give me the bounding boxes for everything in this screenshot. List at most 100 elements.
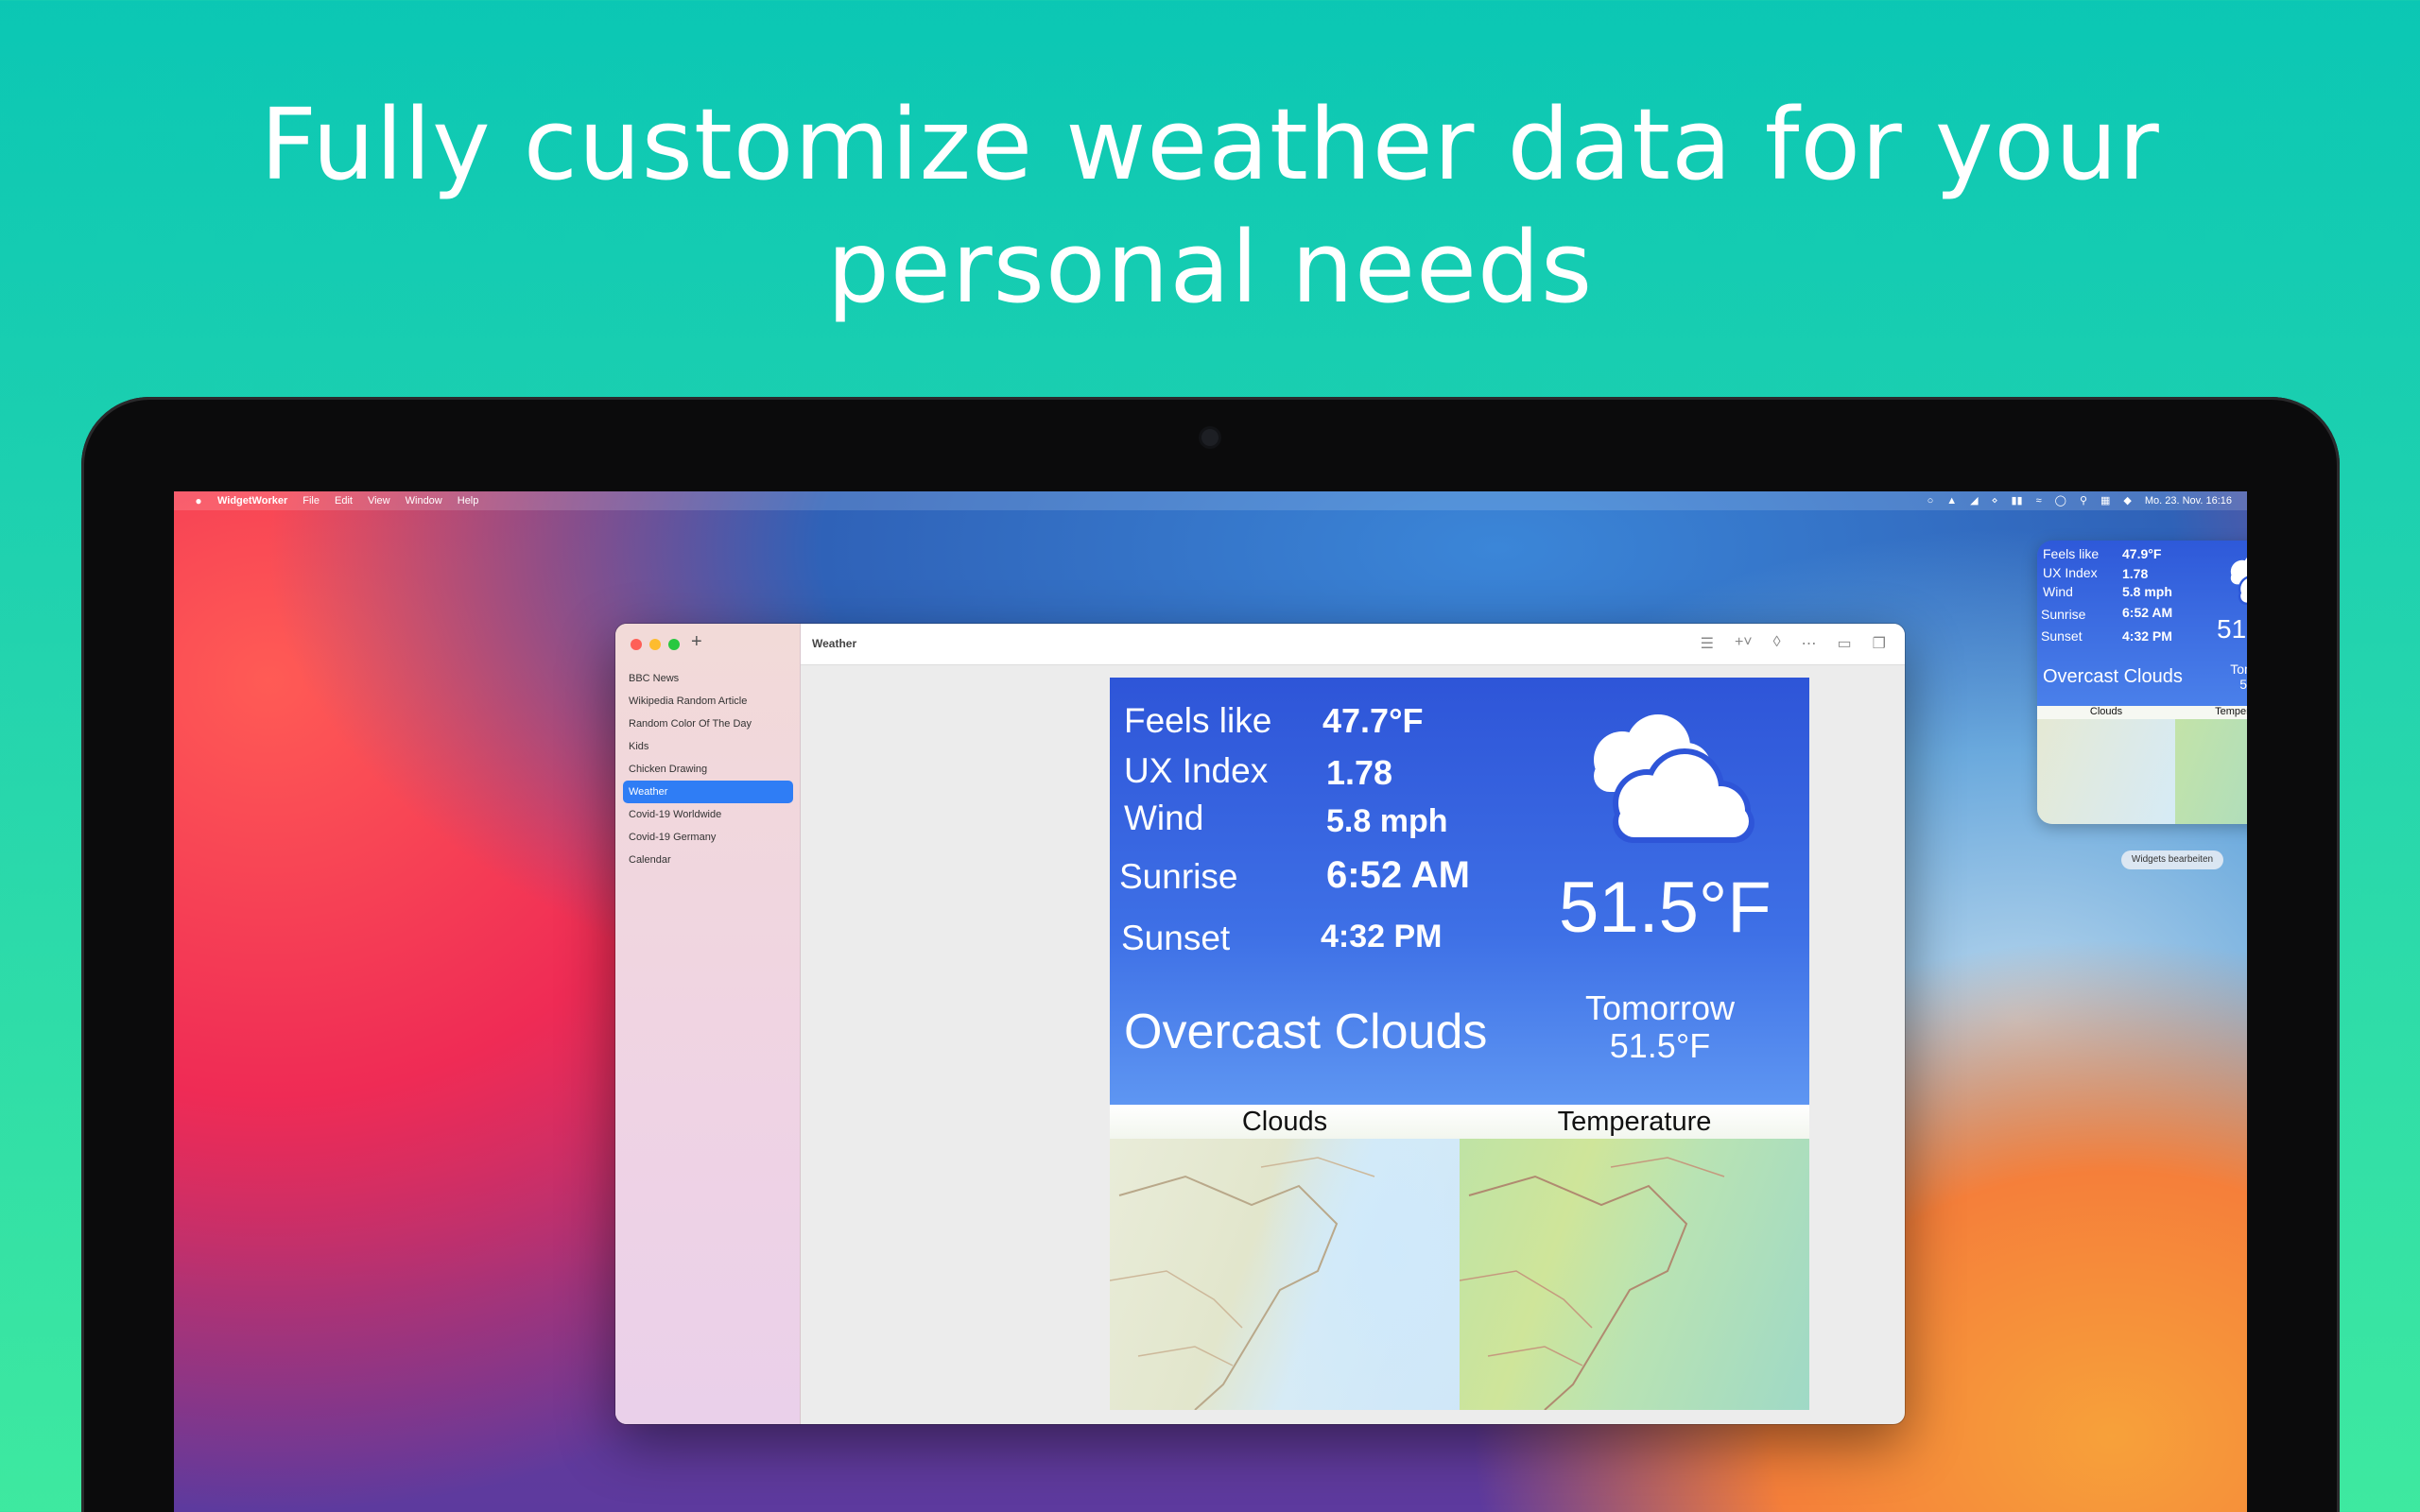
menu-app-name[interactable]: WidgetWorker [217,491,287,510]
widget-temperature-label: Temperature [2215,706,2247,717]
desktop-screen: ● WidgetWorker File Edit View Window Hel… [174,491,2247,1512]
more-icon[interactable]: ⋯ [1802,634,1817,653]
layers-icon[interactable]: ◊ [1773,634,1781,653]
widget-clouds-map [2037,719,2175,824]
widget-condition: Overcast Clouds [2043,666,2183,687]
widget-temperature: 51.7°F [2217,614,2247,644]
wifi-icon[interactable]: ≈ [2036,491,2042,510]
headline-line-1: Fully customize weather data for your [260,87,2160,202]
widget-feels-like-value: 47.9°F [2122,546,2162,561]
widget-tomorrow-value: 51.7°F [2239,677,2247,692]
wind-label: Wind [1124,799,1204,837]
add-widget-icon[interactable]: + [691,631,702,653]
widget-tomorrow-label: Tomorrow [2230,662,2247,677]
volume-icon[interactable]: ◢ [1970,491,1978,510]
tomorrow-value: 51.5°F [1609,1026,1711,1065]
cloud-icon [1594,714,1754,843]
widget-sunrise-value: 6:52 AM [2122,605,2173,620]
menu-bar: ● WidgetWorker File Edit View Window Hel… [174,491,2247,510]
sidebar-item-kids[interactable]: Kids [623,735,793,758]
sunrise-value: 6:52 AM [1326,854,1470,896]
widget-preview: Feels like 47.7°F UX Index 1.78 Wind 5.8… [1110,678,1809,1410]
ux-index-label: UX Index [1124,751,1269,790]
clouds-map [1110,1139,1460,1410]
tomorrow-forecast: Tomorrow 51.5°F [1565,989,1754,1065]
flame-icon[interactable]: ▲ [1946,491,1957,510]
sidebar-item-covid-worldwide[interactable]: Covid-19 Worldwide [623,803,793,826]
add-element-icon[interactable]: +˅ [1735,634,1753,653]
widget-wind-label: Wind [2043,584,2073,599]
macbook-frame: ● WidgetWorker File Edit View Window Hel… [81,397,2340,1512]
window-controls [631,639,680,650]
sidebar-item-chicken-drawing[interactable]: Chicken Drawing [623,758,793,781]
spotlight-icon[interactable]: ⚲ [2080,491,2087,510]
headline: Fully customize weather data for your pe… [0,83,2420,329]
widget-sunrise-label: Sunrise [2041,607,2086,622]
sidebar: + BBC News Wikipedia Random Article Rand… [615,624,801,1424]
feels-like-value: 47.7°F [1322,701,1424,740]
sidebar-item-calendar[interactable]: Calendar [623,849,793,871]
app-window: + BBC News Wikipedia Random Article Rand… [615,624,1905,1424]
menu-edit[interactable]: Edit [335,491,353,510]
menu-window[interactable]: Window [406,491,442,510]
feels-like-label: Feels like [1124,701,1272,740]
sidebar-item-wikipedia[interactable]: Wikipedia Random Article [623,690,793,713]
duplicate-icon[interactable]: ❐ [1873,634,1886,653]
close-window-button[interactable] [631,639,642,650]
widget-weather-panel: Feels like 47.9°F UX Index 1.78 Wind 5.8… [2037,541,2247,706]
sunset-label: Sunset [1121,919,1231,957]
bluetooth-icon[interactable]: ⋄ [1992,491,1998,510]
widget-temperature-map [2175,719,2247,824]
edit-widgets-button[interactable]: Widgets bearbeiten [2121,850,2223,869]
menu-view[interactable]: View [368,491,390,510]
sidebar-item-random-color[interactable]: Random Color Of The Day [623,713,793,735]
widget-ux-value: 1.78 [2122,566,2149,581]
notification-icon[interactable]: ◆ [2123,491,2131,510]
clouds-map-lines [1110,1157,1375,1410]
list-icon[interactable]: ☰ [1701,634,1714,653]
ux-index-value: 1.78 [1326,753,1393,792]
wind-value: 5.8 mph [1326,803,1448,839]
widget-ux-label: UX Index [2043,565,2098,580]
sidebar-item-covid-germany[interactable]: Covid-19 Germany [623,826,793,849]
menu-clock[interactable]: Mo. 23. Nov. 16:16 [2145,491,2232,510]
menu-help[interactable]: Help [458,491,479,510]
menu-extras: ○ ▲ ◢ ⋄ ▮▮ ≈ ◯ ⚲ ▦ ◆ Mo. 23. Nov. 16:16 [1927,491,2232,510]
sunset-value: 4:32 PM [1321,919,1443,954]
temperature-map-label: Temperature [1557,1107,1712,1137]
control-center-icon[interactable]: ▦ [2100,491,2110,510]
widget-feels-like-label: Feels like [2043,546,2100,561]
zoom-window-button[interactable] [668,639,680,650]
headline-line-2: personal needs [826,210,1594,325]
widget-cloud-icon [2230,557,2247,605]
weather-panel: Feels like 47.7°F UX Index 1.78 Wind 5.8… [1110,678,1809,1105]
camera-icon [1201,429,1219,446]
sunrise-label: Sunrise [1119,857,1238,896]
widget-clouds-label: Clouds [2089,706,2123,717]
minimize-window-button[interactable] [649,639,661,650]
toolbar-buttons: ☰ +˅ ◊ ⋯ ▭ ❐ [1701,634,1886,653]
menu-file[interactable]: File [302,491,320,510]
condition-text: Overcast Clouds [1124,1005,1488,1059]
trash-icon[interactable]: ▭ [1838,634,1852,653]
current-temperature: 51.5°F [1559,868,1772,948]
desktop-weather-widget[interactable]: Feels like 47.9°F UX Index 1.78 Wind 5.8… [2037,541,2247,824]
clouds-map-label: Clouds [1241,1107,1328,1137]
battery-icon[interactable]: ▮▮ [2011,491,2022,510]
apple-menu-icon[interactable]: ● [193,491,204,510]
widget-tomorrow: Tomorrow 51.7°F [2221,662,2247,692]
widget-maps-header: Clouds Temperature [2037,706,2247,719]
maps-header: Clouds Temperature [1110,1105,1809,1139]
clock-status-icon[interactable]: ◯ [2055,491,2066,510]
widget-sunset-label: Sunset [2041,628,2083,644]
tomorrow-label: Tomorrow [1584,988,1736,1027]
sidebar-item-bbc-news[interactable]: BBC News [623,667,793,690]
sidebar-list: BBC News Wikipedia Random Article Random… [623,667,793,871]
sidebar-item-weather[interactable]: Weather [623,781,793,803]
document-title: Weather [812,637,857,650]
widget-wind-value: 5.8 mph [2122,584,2172,599]
status-icon[interactable]: ○ [1927,491,1934,510]
widget-sunset-value: 4:32 PM [2122,628,2172,644]
content-toolbar: Weather ☰ +˅ ◊ ⋯ ▭ ❐ [801,624,1905,665]
temperature-map [1460,1139,1809,1410]
